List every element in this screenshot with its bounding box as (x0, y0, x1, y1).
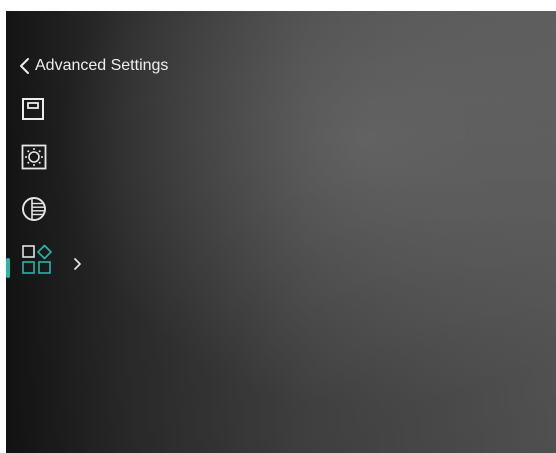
active-indicator (6, 258, 10, 278)
brightness-icon (21, 144, 47, 170)
contrast-icon (22, 197, 46, 221)
display-frame-icon (22, 98, 44, 120)
chevron-left-icon (20, 58, 29, 74)
menu-item-contrast[interactable] (21, 192, 57, 226)
menu-item-function-settings[interactable] (21, 243, 57, 277)
submenu-arrow[interactable] (73, 257, 83, 271)
back-button[interactable]: Advanced Settings (19, 55, 168, 77)
menu-item-display[interactable] (21, 92, 57, 126)
thermal-view: Advanced Settings (6, 11, 556, 453)
page-title: Advanced Settings (35, 57, 169, 74)
function-settings-icon (22, 244, 52, 274)
menu-item-brightness[interactable] (21, 140, 57, 174)
chevron-right-icon (74, 258, 81, 270)
